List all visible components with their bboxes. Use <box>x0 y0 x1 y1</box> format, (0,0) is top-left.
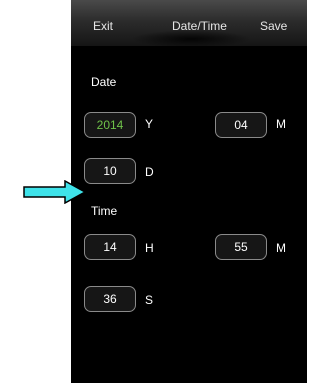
time-section-label: Time <box>91 204 118 218</box>
date-section-label: Date <box>91 75 117 89</box>
second-unit-label: S <box>145 293 154 307</box>
hour-unit-label: H <box>145 241 154 255</box>
page-title: Date/Time <box>172 19 227 33</box>
year-field[interactable]: 2014 <box>84 112 136 138</box>
second-field[interactable]: 36 <box>84 286 136 312</box>
exit-button[interactable]: Exit <box>93 19 113 33</box>
year-unit-label: Y <box>145 117 154 131</box>
date-time-screen: Exit Date/Time Save Date 2014 Y 04 M 10 … <box>71 0 307 383</box>
day-unit-label: D <box>145 165 154 179</box>
minute-field[interactable]: 55 <box>215 234 267 260</box>
day-field[interactable]: 10 <box>84 158 136 184</box>
save-button[interactable]: Save <box>260 19 287 33</box>
minute-unit-label: M <box>276 241 286 255</box>
month-field[interactable]: 04 <box>215 112 267 138</box>
title-bar: Exit Date/Time Save <box>71 0 307 48</box>
hour-field[interactable]: 14 <box>84 234 136 260</box>
month-unit-label: M <box>276 117 286 131</box>
pointer-arrow-shape <box>23 180 87 204</box>
pointer-arrow-icon <box>23 180 87 204</box>
